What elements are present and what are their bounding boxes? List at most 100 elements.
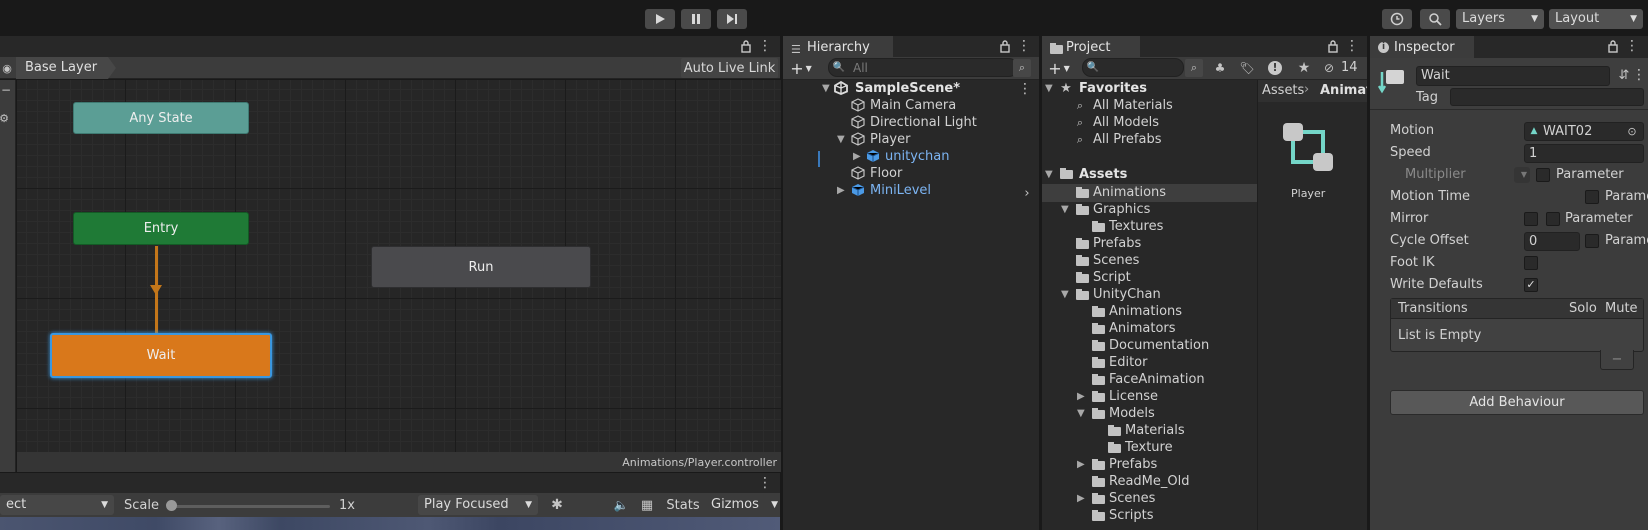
add-dropdown-icon[interactable]: + ▼: [788, 58, 814, 78]
expand-triangle[interactable]: ▼: [1061, 289, 1069, 300]
object-picker-icon[interactable]: ⊙: [1624, 123, 1640, 139]
state-entry[interactable]: Entry: [73, 212, 249, 245]
folder-prefabs[interactable]: Prefabs: [1093, 235, 1141, 252]
folder-unitychan[interactable]: UnityChan: [1093, 286, 1161, 303]
favorite-all-models[interactable]: All Models: [1093, 114, 1159, 131]
state-name-input[interactable]: Wait: [1416, 66, 1610, 86]
kebab-menu-icon[interactable]: ⋮: [1017, 38, 1031, 54]
foot-ik-checkbox[interactable]: [1524, 256, 1538, 270]
folder-unitychan-scenes[interactable]: Scenes: [1109, 490, 1155, 507]
kebab-menu-icon[interactable]: ⋮: [1625, 38, 1639, 54]
folder-models[interactable]: Models: [1109, 405, 1155, 422]
eye-icon[interactable]: ◉: [0, 60, 14, 76]
collapse-triangle[interactable]: ▶: [1077, 391, 1085, 402]
lock-icon[interactable]: [1607, 39, 1619, 53]
step-button[interactable]: [717, 9, 747, 29]
collapse-triangle[interactable]: ▶: [1077, 493, 1085, 504]
game-viewport[interactable]: [0, 517, 780, 530]
tag-input[interactable]: [1450, 88, 1644, 106]
folder-textures[interactable]: Textures: [1109, 218, 1163, 235]
folder-unitychan-prefabs[interactable]: Prefabs: [1109, 456, 1157, 473]
expand-triangle[interactable]: ▼: [1045, 83, 1053, 94]
stats-button[interactable]: Stats: [663, 495, 703, 515]
play-mode-dropdown[interactable]: Play Focused ▼: [418, 495, 538, 515]
hierarchy-item-player[interactable]: Player: [870, 131, 910, 148]
hidden-packages-icon[interactable]: ⊘: [1318, 59, 1340, 77]
grid-icon[interactable]: ▦: [636, 496, 658, 514]
search-options-icon[interactable]: ⌕: [1185, 59, 1203, 77]
favorites-header[interactable]: Favorites: [1079, 80, 1147, 97]
expand-triangle[interactable]: ▼: [822, 83, 830, 94]
cycle-offset-parameter-checkbox[interactable]: [1585, 234, 1599, 248]
mirror-parameter-checkbox[interactable]: [1546, 212, 1560, 226]
play-button[interactable]: [645, 9, 675, 29]
expand-triangle[interactable]: ▼: [1077, 408, 1085, 419]
favorite-all-materials[interactable]: All Materials: [1093, 97, 1173, 114]
folder-materials[interactable]: Materials: [1125, 422, 1185, 439]
folder-readme-old[interactable]: ReadMe_Old: [1109, 473, 1189, 490]
collapse-triangle[interactable]: ▶: [1077, 459, 1085, 470]
state-run[interactable]: Run: [371, 246, 591, 288]
motion-time-parameter-checkbox[interactable]: [1585, 190, 1599, 204]
display-aspect-dropdown[interactable]: ect ▼: [0, 495, 114, 515]
hierarchy-item-main-camera[interactable]: Main Camera: [870, 97, 956, 114]
search-options-icon[interactable]: ⌕: [1013, 59, 1031, 77]
folder-scripts[interactable]: Scripts: [1109, 507, 1153, 524]
layers-dropdown[interactable]: Layers ▼: [1456, 9, 1544, 29]
collapse-triangle[interactable]: ▶: [853, 151, 861, 162]
remove-transition-button[interactable]: −: [1600, 350, 1634, 370]
folder-texture[interactable]: Texture: [1125, 439, 1173, 456]
scale-slider-track[interactable]: [170, 505, 330, 508]
kebab-menu-icon[interactable]: ⋮: [758, 38, 772, 54]
assets-header[interactable]: Assets: [1079, 166, 1127, 183]
folder-unitychan-animations[interactable]: Animations: [1109, 303, 1182, 320]
add-dropdown-icon[interactable]: + ▼: [1046, 58, 1072, 78]
folder-animators[interactable]: Animators: [1109, 320, 1176, 337]
speaker-icon[interactable]: 🔈: [610, 496, 632, 514]
folder-script[interactable]: Script: [1093, 269, 1131, 286]
minus-icon[interactable]: −: [0, 83, 12, 97]
collapse-triangle[interactable]: ▶: [837, 185, 845, 196]
folder-license[interactable]: License: [1109, 388, 1158, 405]
filter-type-icon[interactable]: ♣: [1210, 59, 1230, 77]
folder-faceanimation[interactable]: FaceAnimation: [1109, 371, 1205, 388]
write-defaults-checkbox[interactable]: ✓: [1524, 278, 1538, 292]
scene-label[interactable]: SampleScene*: [855, 80, 960, 97]
hierarchy-item-floor[interactable]: Floor: [870, 165, 902, 182]
tab-inspector[interactable]: i Inspector: [1370, 36, 1474, 58]
state-any-state[interactable]: Any State: [73, 102, 249, 134]
undo-history-button[interactable]: [1382, 9, 1412, 29]
gizmos-dropdown[interactable]: Gizmos ▼: [705, 495, 780, 515]
folder-animations[interactable]: Animations: [1093, 184, 1166, 201]
preset-icon[interactable]: ⇵: [1617, 66, 1631, 84]
hierarchy-item-directional-light[interactable]: Directional Light: [870, 114, 977, 131]
asset-player-label[interactable]: Player: [1291, 186, 1325, 202]
breadcrumb-assets[interactable]: Assets: [1262, 83, 1304, 99]
state-wait-selected[interactable]: Wait: [50, 333, 272, 378]
label-tag-icon[interactable]: 🏷: [1237, 59, 1257, 77]
folder-documentation[interactable]: Documentation: [1109, 337, 1209, 354]
add-behaviour-button[interactable]: Add Behaviour: [1390, 390, 1644, 415]
pause-button[interactable]: [681, 9, 711, 29]
hierarchy-item-unitychan[interactable]: unitychan: [885, 148, 949, 165]
tab-hierarchy[interactable]: ☰ Hierarchy: [783, 36, 893, 58]
kebab-menu-icon[interactable]: ⋮: [758, 475, 772, 491]
hierarchy-item-minilevel[interactable]: MiniLevel: [870, 182, 931, 199]
expand-triangle[interactable]: ▼: [837, 134, 845, 145]
search-button[interactable]: [1420, 9, 1450, 29]
kebab-menu-icon[interactable]: ⋮: [1018, 81, 1032, 97]
folder-editor[interactable]: Editor: [1109, 354, 1147, 371]
favorite-all-prefabs[interactable]: All Prefabs: [1093, 131, 1162, 148]
multiplier-parameter-checkbox[interactable]: [1536, 168, 1550, 182]
warning-icon[interactable]: !: [1266, 59, 1284, 77]
chevron-right-icon[interactable]: ›: [1022, 186, 1032, 201]
tab-project[interactable]: Project: [1042, 36, 1140, 58]
expand-triangle[interactable]: ▼: [1061, 204, 1069, 215]
auto-live-link-button[interactable]: Auto Live Link: [681, 58, 778, 78]
lock-icon[interactable]: [740, 39, 752, 53]
animator-controller-icon[interactable]: [1280, 120, 1336, 176]
project-split-divider[interactable]: [1257, 80, 1258, 530]
bug-icon[interactable]: ✱: [545, 496, 569, 514]
speed-input[interactable]: 1: [1524, 144, 1644, 163]
scale-slider-thumb[interactable]: [166, 500, 177, 511]
